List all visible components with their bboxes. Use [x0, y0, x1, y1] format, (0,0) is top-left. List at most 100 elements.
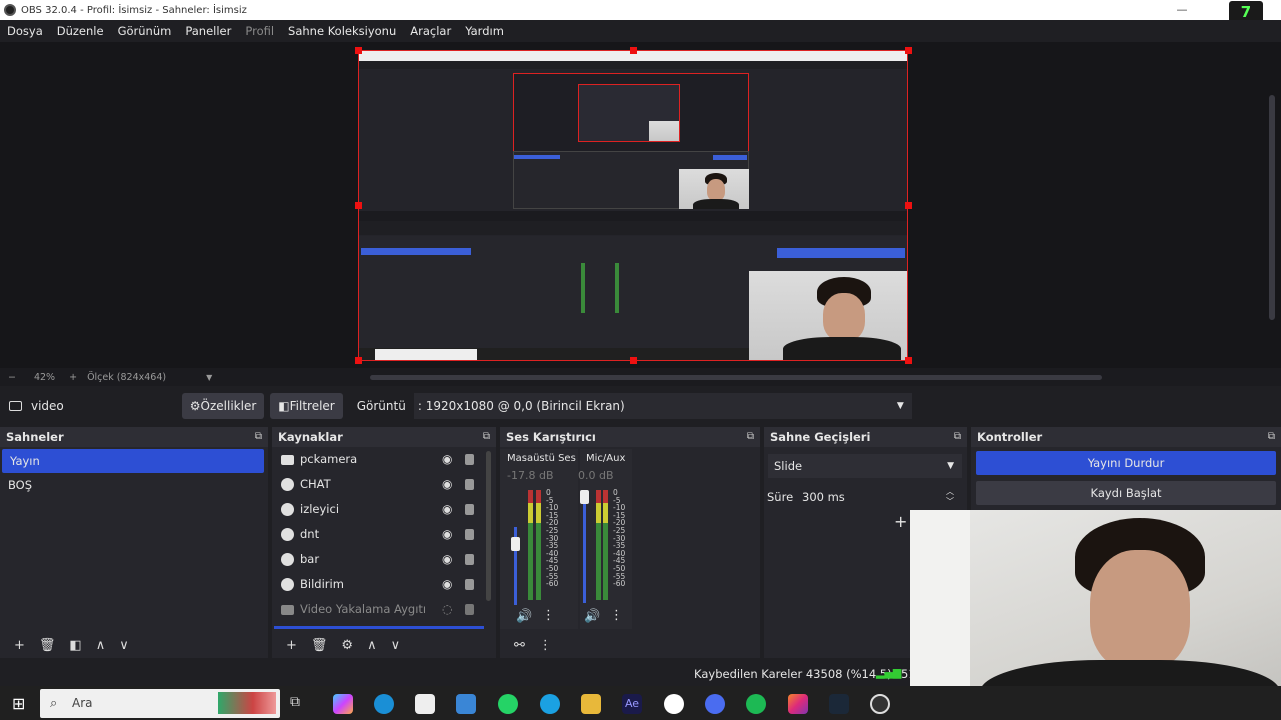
preview-canvas[interactable]	[358, 50, 908, 361]
resize-handle[interactable]	[905, 202, 912, 209]
lock-icon[interactable]	[465, 504, 474, 515]
windows-start-icon[interactable]: ⊞	[12, 694, 25, 713]
menu-docks[interactable]: Paneller	[178, 24, 238, 38]
instagram-icon[interactable]	[788, 694, 808, 714]
zoom-in-button[interactable]: +	[69, 372, 77, 383]
after-effects-icon[interactable]: Ae	[622, 694, 642, 714]
menu-dots-icon[interactable]: ⋮	[542, 608, 555, 623]
display-select[interactable]: : 1920x1080 @ 0,0 (Birincil Ekran) ▼	[413, 393, 912, 419]
yandex-icon[interactable]	[664, 694, 684, 714]
undock-icon[interactable]: ⧉	[483, 427, 490, 447]
resize-handle[interactable]	[905, 47, 912, 54]
undock-icon[interactable]: ⧉	[255, 427, 262, 447]
trash-icon[interactable]: 🗑	[311, 638, 328, 653]
discord-icon[interactable]	[705, 694, 725, 714]
menu-view[interactable]: Görünüm	[111, 24, 179, 38]
sources-vscroll[interactable]	[486, 451, 491, 601]
chevron-down-icon[interactable]: ▼	[206, 373, 212, 382]
zoom-out-button[interactable]: −	[8, 372, 16, 383]
down-arrow-icon[interactable]: ∨	[119, 638, 129, 653]
steam-icon[interactable]	[829, 694, 849, 714]
add-icon[interactable]: +	[14, 638, 25, 653]
preview-vscroll[interactable]	[1269, 95, 1275, 320]
resize-handle[interactable]	[630, 47, 637, 54]
volume-slider[interactable]	[511, 537, 520, 551]
stop-streaming-button[interactable]: Yayını Durdur	[976, 451, 1276, 475]
volume-track[interactable]	[583, 497, 586, 603]
lock-icon[interactable]	[465, 579, 474, 590]
resize-handle[interactable]	[355, 357, 362, 364]
menu-scene-collection[interactable]: Sahne Koleksiyonu	[281, 24, 403, 38]
trash-icon[interactable]: 🗑	[39, 638, 56, 653]
minimize-button[interactable]: —	[1165, 0, 1199, 20]
lock-icon[interactable]	[465, 454, 474, 465]
duration-input[interactable]: 300 ms ︿ ﹀	[797, 485, 962, 509]
skype-icon[interactable]	[540, 694, 560, 714]
gear-icon[interactable]: ⚙	[341, 638, 353, 653]
start-recording-button[interactable]: Kaydı Başlat	[976, 481, 1276, 505]
resize-handle[interactable]	[905, 357, 912, 364]
resize-handle[interactable]	[630, 357, 637, 364]
menu-help[interactable]: Yardım	[458, 24, 511, 38]
menu-edit[interactable]: Düzenle	[50, 24, 111, 38]
volume-slider[interactable]	[580, 490, 589, 504]
link-icon[interactable]: ⚯	[514, 638, 525, 653]
lock-icon[interactable]	[465, 529, 474, 540]
menu-dots-icon[interactable]: ⋮	[610, 608, 623, 623]
lock-icon[interactable]	[465, 479, 474, 490]
task-view-icon[interactable]: ⧉	[290, 694, 310, 714]
obs-taskbar-icon[interactable]	[870, 694, 890, 714]
source-item[interactable]: bar ◉	[272, 547, 496, 572]
scene-item[interactable]: Yayın	[2, 449, 264, 473]
eye-icon[interactable]: ◉	[442, 472, 452, 497]
undock-icon[interactable]: ⧉	[954, 427, 961, 447]
source-item[interactable]: dnt ◉	[272, 522, 496, 547]
down-arrow-icon[interactable]: ∨	[391, 638, 401, 653]
eye-icon[interactable]: ◉	[442, 497, 452, 522]
menu-file[interactable]: Dosya	[0, 24, 50, 38]
lock-icon[interactable]	[465, 604, 474, 615]
eye-icon[interactable]: ◉	[442, 572, 452, 597]
source-item[interactable]: CHAT ◉	[272, 472, 496, 497]
title-bar: OBS 32.0.4 - Profil: İsimsiz - Sahneler:…	[0, 0, 1281, 23]
spin-arrows-icon[interactable]: ︿ ﹀	[946, 487, 954, 507]
source-item[interactable]: Bildirim ◉	[272, 572, 496, 597]
up-arrow-icon[interactable]: ∧	[367, 638, 377, 653]
eye-icon[interactable]: ◉	[442, 522, 452, 547]
undock-icon[interactable]: ⧉	[1268, 427, 1275, 447]
filters-button[interactable]: ◧Filtreler	[270, 393, 343, 419]
store-icon[interactable]	[415, 694, 435, 714]
up-arrow-icon[interactable]: ∧	[96, 638, 106, 653]
eye-icon[interactable]: ◉	[442, 447, 452, 472]
sources-scroll-indicator[interactable]	[274, 626, 484, 629]
undock-icon[interactable]: ⧉	[747, 427, 754, 447]
add-transition-button[interactable]: +	[894, 512, 907, 531]
mail-icon[interactable]	[456, 694, 476, 714]
edge-icon[interactable]	[374, 694, 394, 714]
speaker-icon[interactable]: 🔊	[584, 609, 600, 624]
menu-dots-icon[interactable]: ⋮	[539, 638, 552, 653]
add-icon[interactable]: +	[286, 638, 297, 653]
whatsapp-icon[interactable]	[498, 694, 518, 714]
source-item[interactable]: pckamera ◉	[272, 447, 496, 472]
resize-handle[interactable]	[355, 47, 362, 54]
speaker-icon[interactable]: 🔊	[516, 609, 532, 624]
menu-profile[interactable]: Profil	[238, 24, 281, 38]
source-item[interactable]: Video Yakalama Aygıtı ◌	[272, 597, 496, 622]
file-explorer-icon[interactable]	[581, 694, 601, 714]
eye-hidden-icon[interactable]: ◌	[442, 597, 452, 622]
lock-icon[interactable]	[465, 554, 474, 565]
source-item[interactable]: izleyici ◉	[272, 497, 496, 522]
eye-icon[interactable]: ◉	[442, 547, 452, 572]
resize-handle[interactable]	[355, 202, 362, 209]
selected-source-name: video	[31, 399, 64, 413]
properties-button[interactable]: ⚙Özellikler	[181, 393, 265, 419]
transition-select[interactable]: Slide ▼	[768, 454, 962, 478]
preview-hscroll[interactable]	[370, 375, 1102, 380]
spotify-icon[interactable]	[746, 694, 766, 714]
scene-item[interactable]: BOŞ	[0, 473, 268, 497]
menu-tools[interactable]: Araçlar	[403, 24, 458, 38]
copilot-icon[interactable]	[333, 694, 353, 714]
taskbar-search[interactable]: ⌕ Ara	[40, 689, 280, 718]
filter-icon[interactable]: ◧	[69, 638, 81, 653]
